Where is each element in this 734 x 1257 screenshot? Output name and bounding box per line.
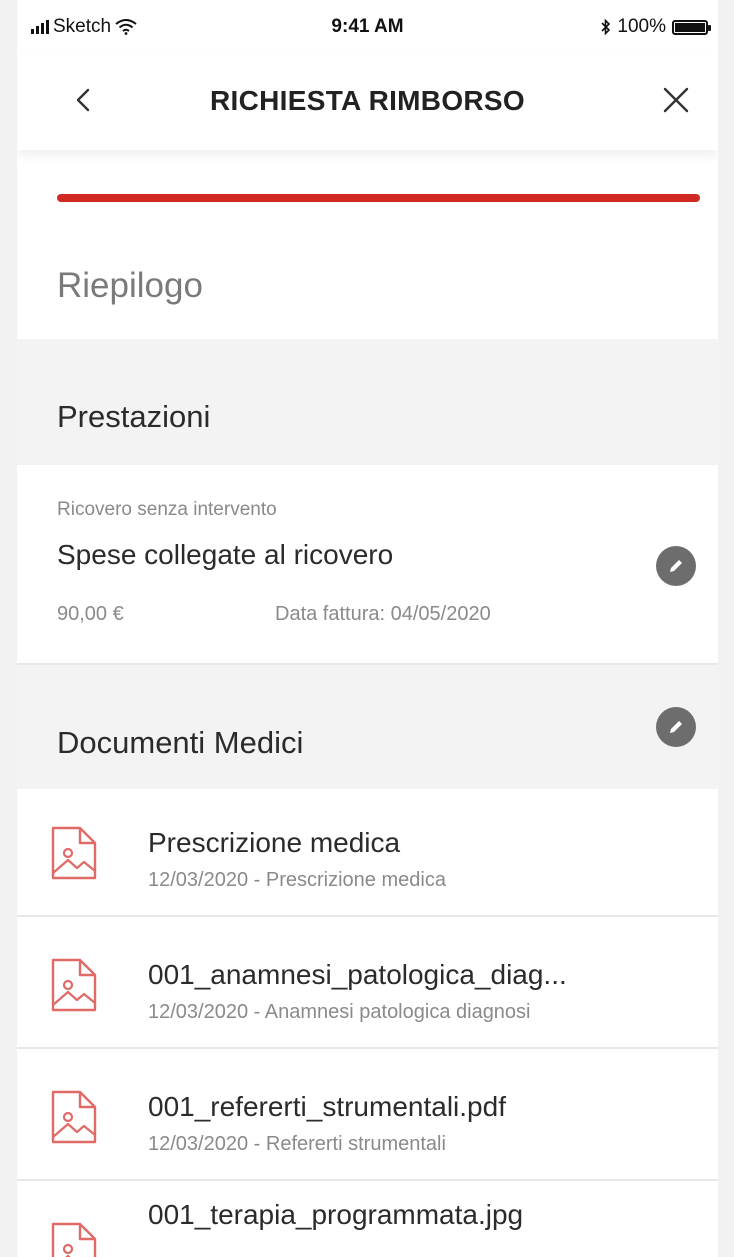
document-row[interactable]: 001_anamnesi_patologica_diag... 12/03/20… [17,923,718,1049]
pencil-icon [670,721,682,733]
close-icon[interactable] [656,80,696,120]
navigation-bar: RICHIESTA RIMBORSO [17,56,718,150]
edit-documenti-button[interactable] [656,707,696,747]
status-right: 100% [601,16,711,38]
prestazione-item[interactable]: Ricovero senza intervento Spese collegat… [17,465,718,665]
image-file-icon [51,1222,97,1257]
image-file-icon [51,958,97,1012]
document-row[interactable]: Prescrizione medica 12/03/2020 - Prescri… [17,791,718,917]
phone-screen: Sketch 9:41 AM 100% RICHIESTA RIMBORSO R… [17,0,718,1257]
pencil-icon [670,560,682,572]
battery-label: 100% [617,16,666,37]
battery-icon [672,19,711,35]
prestazione-amount: 90,00 € [57,603,124,625]
document-subtitle: 12/03/2020 - Refererti strumentali [148,1133,446,1155]
progress-bar [57,194,700,202]
document-subtitle: 12/03/2020 - Prescrizione medica [148,869,446,891]
image-file-icon [51,1090,97,1144]
document-title: 001_refererti_strumentali.pdf [148,1091,506,1122]
bluetooth-icon [601,19,611,35]
edit-prestazione-button[interactable] [656,546,696,586]
status-bar: Sketch 9:41 AM 100% [17,0,718,56]
page-title-bar: RICHIESTA RIMBORSO [210,85,525,116]
documenti-header: Documenti Medici [17,665,718,789]
prestazione-category: Ricovero senza intervento [57,499,277,520]
page-title: Riepilogo [57,266,203,305]
prestazione-name: Spese collegate al ricovero [57,539,394,570]
section-title: Documenti Medici [57,725,304,760]
image-file-icon [51,826,97,880]
document-title: 001_terapia_programmata.jpg [148,1199,524,1230]
prestazioni-header: Prestazioni [17,339,718,465]
document-title: Prescrizione medica [148,827,401,858]
document-row[interactable]: 001_terapia_programmata.jpg [17,1187,718,1257]
section-title: Prestazioni [57,399,211,434]
progress-fill [57,194,700,202]
document-subtitle: 12/03/2020 - Anamnesi patologica diagnos… [148,1001,531,1023]
battery-fill [675,22,705,32]
document-title: 001_anamnesi_patologica_diag... [148,959,567,990]
document-row[interactable]: 001_refererti_strumentali.pdf 12/03/2020… [17,1055,718,1181]
invoice-date: Data fattura: 04/05/2020 [275,603,491,625]
